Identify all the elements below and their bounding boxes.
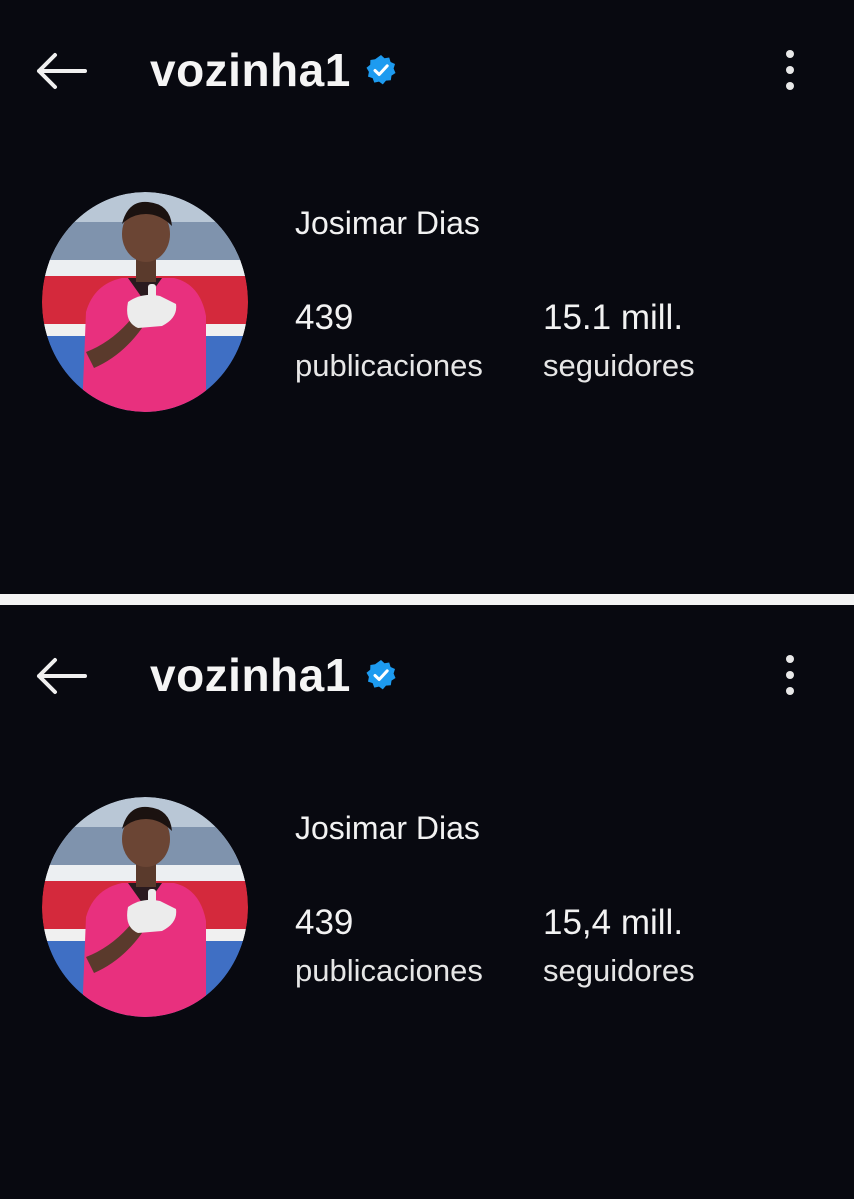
profile-avatar[interactable] <box>42 192 248 412</box>
posts-stat[interactable]: 439 publicaciones <box>295 298 483 394</box>
followers-label: seguidores <box>543 953 695 988</box>
display-name: Josimar Dias <box>295 205 480 241</box>
profile-panel-after: vozinha1 Josimar Dias 439 publicaciones … <box>0 605 854 1199</box>
more-vertical-icon <box>786 655 794 663</box>
more-vertical-icon-dot <box>786 66 794 74</box>
more-options-button[interactable] <box>770 40 810 100</box>
posts-label: publicaciones <box>295 348 483 383</box>
posts-stat[interactable]: 439 publicaciones <box>295 903 483 999</box>
followers-count: 15.1 mill. <box>543 298 684 337</box>
verified-badge-icon <box>365 54 397 86</box>
followers-count: 15,4 mill. <box>543 903 684 942</box>
profile-avatar[interactable] <box>42 797 248 1017</box>
arrow-left-icon <box>37 658 87 694</box>
arrow-left-icon <box>37 53 87 89</box>
followers-stat[interactable]: 15.1 mill. seguidores <box>543 298 695 394</box>
display-name: Josimar Dias <box>295 810 480 846</box>
screenshot-divider <box>0 594 854 605</box>
back-button[interactable] <box>30 645 92 707</box>
more-vertical-icon-dot <box>786 671 794 679</box>
verified-badge-icon <box>365 659 397 691</box>
more-vertical-icon-dot <box>786 82 794 90</box>
posts-label: publicaciones <box>295 953 483 988</box>
more-options-button[interactable] <box>770 645 810 705</box>
username: vozinha1 <box>150 649 351 701</box>
profile-header-title: vozinha1 <box>150 643 397 707</box>
back-button[interactable] <box>30 40 92 102</box>
profile-header-title: vozinha1 <box>150 38 397 102</box>
followers-label: seguidores <box>543 348 695 383</box>
more-vertical-icon <box>786 50 794 58</box>
posts-count: 439 <box>295 298 354 337</box>
posts-count: 439 <box>295 903 354 942</box>
username: vozinha1 <box>150 44 351 96</box>
followers-stat[interactable]: 15,4 mill. seguidores <box>543 903 695 999</box>
profile-panel-before: vozinha1 Josimar Dias 439 publicaciones … <box>0 0 854 594</box>
more-vertical-icon-dot <box>786 687 794 695</box>
